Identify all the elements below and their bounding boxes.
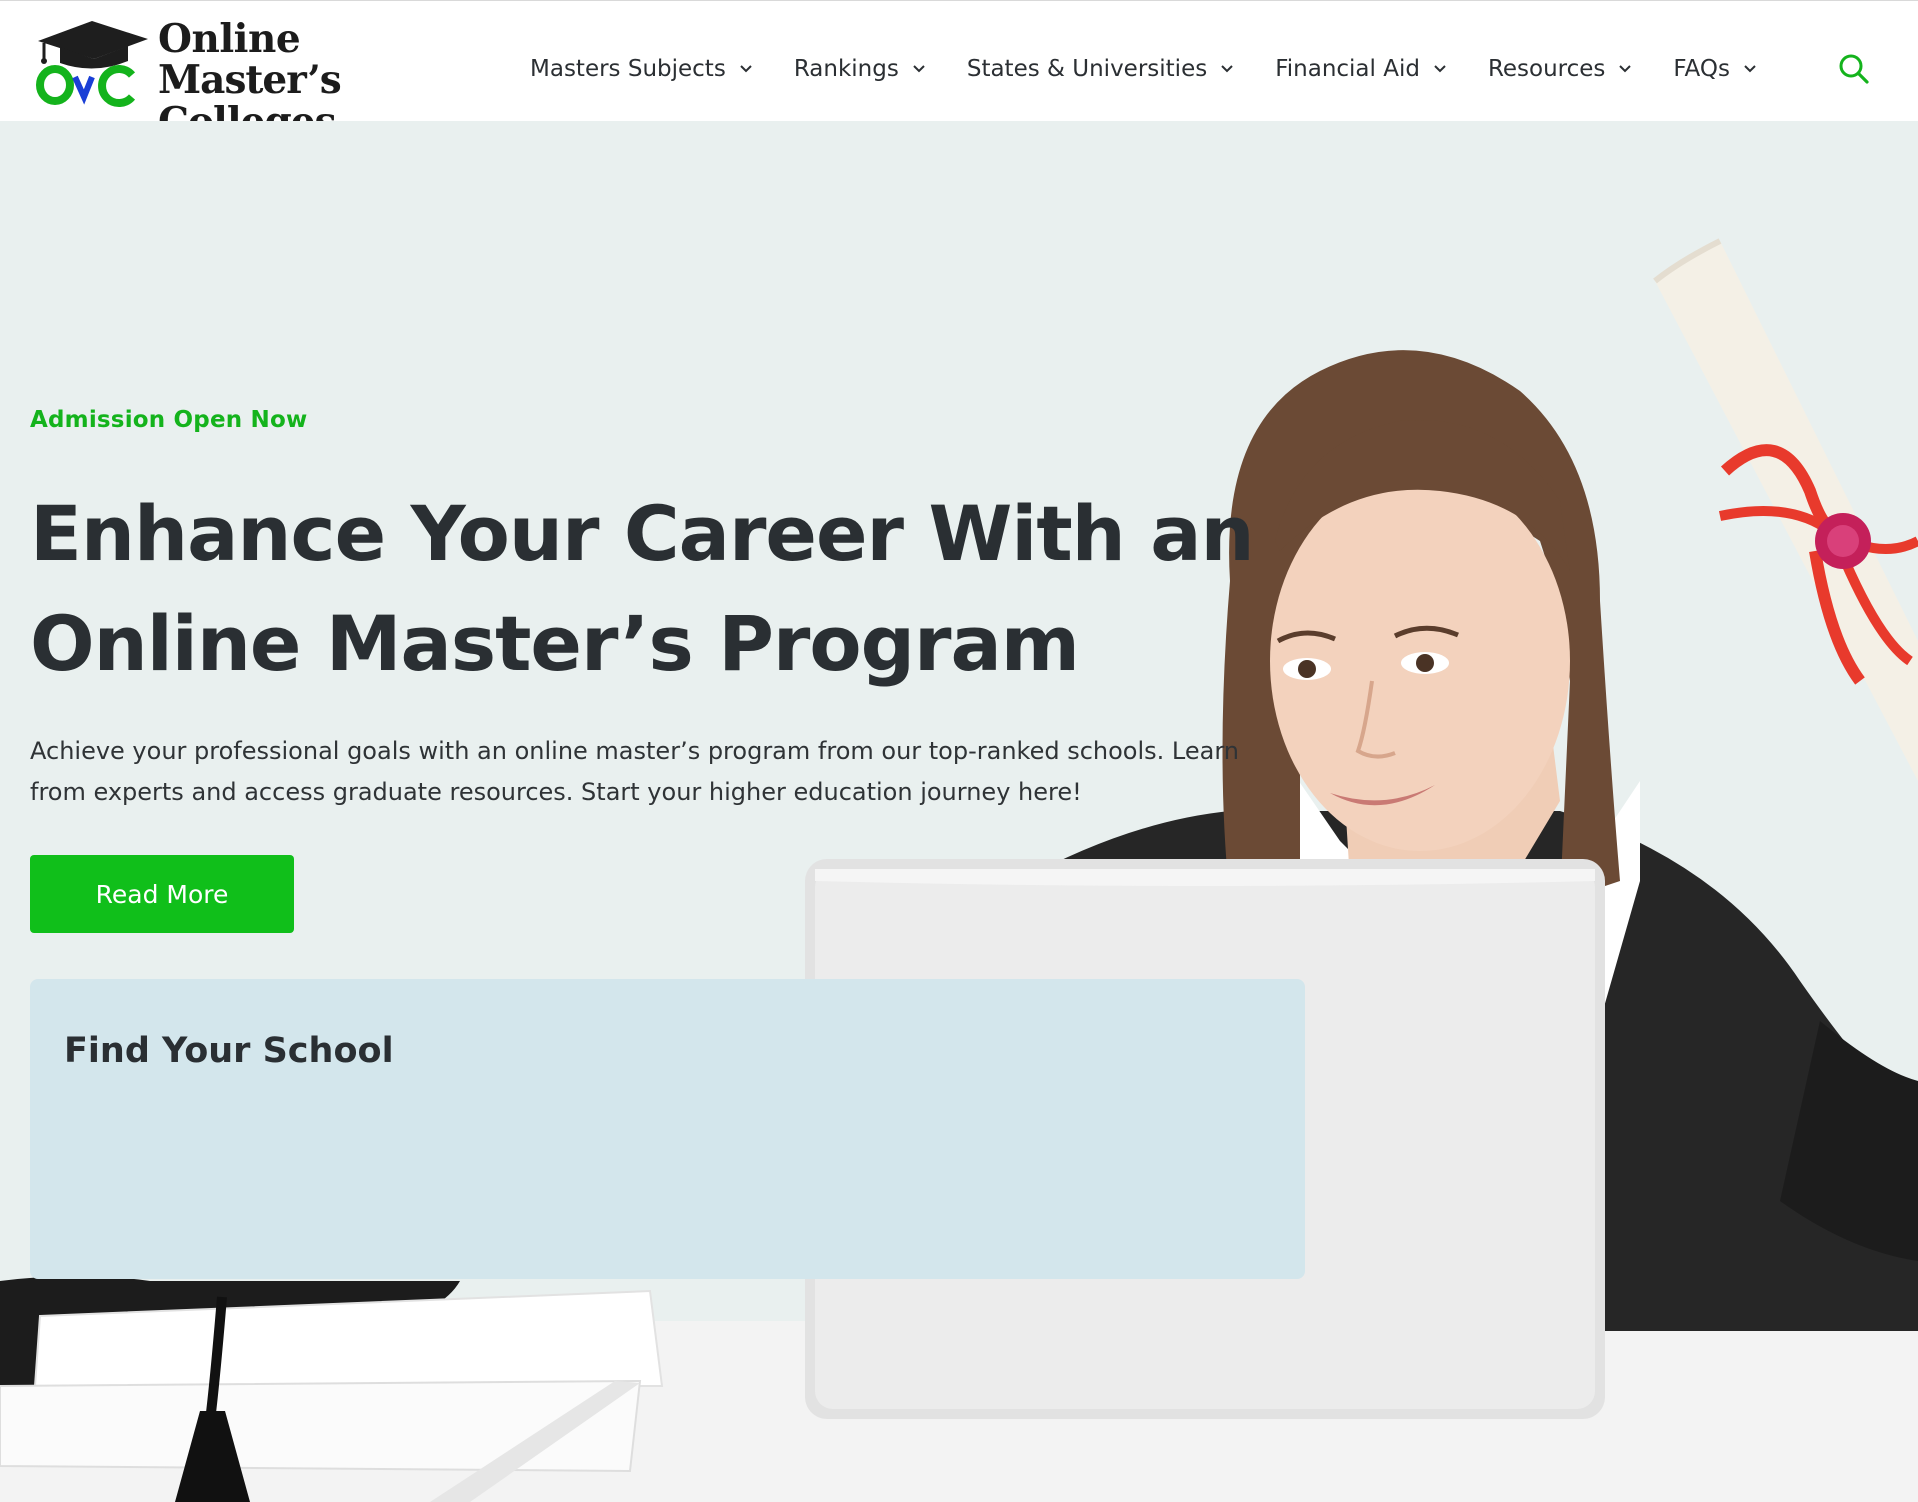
nav-item-label: Masters Subjects — [530, 56, 726, 82]
logo-line-1: Online — [158, 16, 301, 62]
nav-item-resources[interactable]: Resources — [1488, 56, 1633, 82]
chevron-down-icon — [1221, 65, 1233, 73]
nav-item-label: FAQs — [1673, 56, 1730, 82]
hero-section: Admission Open Now Enhance Your Career W… — [0, 121, 1918, 1502]
chevron-down-icon — [740, 65, 752, 73]
nav-item-label: Financial Aid — [1275, 56, 1420, 82]
nav-item-masters-subjects[interactable]: Masters Subjects — [530, 56, 754, 82]
main-nav: Masters Subjects Rankings States & Unive… — [530, 49, 1758, 89]
nav-item-label: Rankings — [793, 56, 899, 82]
search-icon[interactable] — [1838, 53, 1870, 85]
find-your-school-panel: Find Your School — [30, 979, 1305, 1279]
read-more-button[interactable]: Read More — [30, 855, 294, 933]
hero-headline: Enhance Your Career With an Online Maste… — [30, 479, 1255, 699]
chevron-down-icon — [1744, 65, 1756, 73]
graduation-cap-icon — [36, 21, 148, 107]
site-header: Online Master’s Colleges Masters Subject… — [0, 0, 1918, 143]
nav-item-financial-aid[interactable]: Financial Aid — [1275, 56, 1448, 82]
nav-item-label: Resources — [1487, 56, 1606, 82]
find-your-school-title: Find Your School — [64, 1031, 394, 1071]
nav-item-faqs[interactable]: FAQs — [1673, 56, 1758, 82]
chevron-down-icon — [913, 65, 925, 73]
site-logo[interactable]: Online Master’s Colleges — [30, 16, 480, 143]
nav-item-states-universities[interactable]: States & Universities — [967, 56, 1235, 82]
hero-description: Achieve your professional goals with an … — [30, 737, 1239, 806]
hero-eyebrow: Admission Open Now — [30, 407, 308, 433]
hero-headline-line-2: Online Master’s Program — [30, 599, 1080, 688]
nav-item-label: States & Universities — [966, 56, 1208, 82]
chevron-down-icon — [1434, 65, 1446, 73]
diploma-scroll — [1653, 238, 1918, 781]
chevron-down-icon — [1619, 65, 1632, 73]
hero-headline-line-1: Enhance Your Career With an — [30, 489, 1255, 578]
nav-item-rankings[interactable]: Rankings — [794, 56, 927, 82]
